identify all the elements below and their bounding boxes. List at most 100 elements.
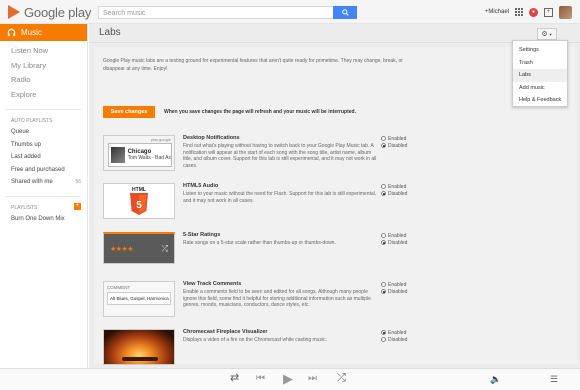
chevron-down-icon: ▼ <box>548 31 553 37</box>
sidebar-divider <box>6 109 81 110</box>
sidebar-item-thumbs-up[interactable]: Thumbs up <box>0 139 87 152</box>
lab-toggle: Enabled Disabled <box>381 135 421 149</box>
menu-item-trash[interactable]: Trash <box>513 57 567 70</box>
disabled-label: Disabled <box>388 142 408 149</box>
disabled-radio[interactable]: Disabled <box>381 336 421 343</box>
disabled-label: Disabled <box>388 190 408 197</box>
labs-intro-text: Google Play music labs are a testing gro… <box>103 58 403 72</box>
lab-description: Rate songs on a 5-star scale rather than… <box>183 240 336 246</box>
save-changes-note: When you save changes the page will refr… <box>164 109 356 115</box>
enabled-label: Enabled <box>388 183 407 190</box>
lab-toggle: Enabled Disabled <box>381 183 421 197</box>
sidebar-item-playlist[interactable]: Burn One Down Mix <box>0 213 87 226</box>
google-play-logo[interactable]: Google play <box>8 4 91 20</box>
lab-description: Displays a video of a fire on the Chrome… <box>183 337 327 343</box>
auto-playlists-label: AUTO PLAYLISTS <box>11 118 53 124</box>
lab-toggle: Enabled Disabled <box>381 232 421 246</box>
queue-icon[interactable]: ☰ <box>550 375 558 384</box>
lab-toggle: Enabled Disabled <box>381 329 421 343</box>
lab-item-5-star-ratings: ★★★★ ⤮ 5-Star Ratings Rate songs on a 5-… <box>103 232 407 272</box>
player-bar: ⇄ ⏮ ▶ ⏭ ⤮ 🔈 ☰ <box>0 368 580 390</box>
lab-title: Desktop Notifications <box>183 135 240 141</box>
avatar[interactable] <box>559 5 572 19</box>
sidebar-item-listen-now[interactable]: Listen Now <box>0 44 87 59</box>
playlist-label: Burn One Down Mix <box>11 215 65 222</box>
search-icon <box>341 9 349 16</box>
enabled-radio[interactable]: Enabled <box>381 281 421 288</box>
play-logo-icon <box>8 5 20 19</box>
html5-shield-icon: 5 <box>130 193 148 215</box>
fireplace-thumbnail <box>103 329 175 365</box>
headphones-icon <box>7 28 16 37</box>
add-playlist-button[interactable]: + <box>74 202 81 210</box>
comment-field: Alt Blues, Gospel, Harmonica <box>107 292 171 305</box>
disabled-radio[interactable]: Disabled <box>381 142 421 149</box>
sidebar-item-shared-with-me[interactable]: Shared with me 56 <box>0 176 87 189</box>
disabled-radio[interactable]: Disabled <box>381 239 421 246</box>
labs-panel: Google Play music labs are a testing gro… <box>94 47 577 365</box>
disabled-label: Disabled <box>388 239 408 246</box>
lab-toggle: Enabled Disabled <box>381 281 421 295</box>
repeat-icon[interactable]: ⇄ <box>230 373 239 384</box>
lab-title: HTML5 Audio <box>183 183 219 189</box>
disabled-label: Disabled <box>388 336 408 343</box>
disabled-label: Disabled <box>388 288 408 295</box>
auto-playlists-heading: AUTO PLAYLISTS <box>0 116 87 126</box>
gear-icon: ⚙ <box>541 31 548 38</box>
disabled-radio[interactable]: Disabled <box>381 190 421 197</box>
lab-item-view-track-comments: COMMENT Alt Blues, Gospel, Harmonica Vie… <box>103 281 407 321</box>
playlist-label: Thumbs up <box>11 141 42 148</box>
comment-label: COMMENT <box>107 285 131 290</box>
apps-grid-icon[interactable] <box>515 8 523 16</box>
shuffle-icon: ⤮ <box>161 243 168 253</box>
labs-header: Labs ⚙ ▼ <box>89 24 580 43</box>
album-cover-icon <box>111 147 125 163</box>
top-bar: Google play Search music +Michael ● + <box>0 0 580 24</box>
playlist-label: Shared with me <box>11 179 53 185</box>
share-plus-icon[interactable]: + <box>544 7 553 17</box>
main-content: Labs ⚙ ▼ Google Play music labs are a te… <box>89 24 580 368</box>
enabled-radio[interactable]: Enabled <box>381 135 421 142</box>
shuffle-icon[interactable]: ⤮ <box>337 373 346 384</box>
next-icon[interactable]: ⏭ <box>308 374 317 384</box>
enabled-radio[interactable]: Enabled <box>381 232 421 239</box>
enabled-label: Enabled <box>388 232 407 239</box>
search-input[interactable]: Search music <box>98 6 356 19</box>
search-button[interactable] <box>333 6 357 19</box>
save-changes-button[interactable]: Save changes <box>103 106 155 118</box>
lab-description: Find out what's playing without having t… <box>183 143 377 169</box>
sidebar-item-my-library[interactable]: My Library <box>0 59 87 74</box>
settings-dropdown-menu: Settings Trash Labs Add music Help & Fee… <box>512 40 568 107</box>
settings-menu-button[interactable]: ⚙ ▼ <box>537 28 557 40</box>
lab-title: Chromecast Fireplace Visualizer <box>183 329 268 335</box>
lab-description: Listen to your music without the need fo… <box>183 191 377 204</box>
volume-icon[interactable]: 🔈 <box>490 375 501 384</box>
logo-text: Google play <box>24 4 92 20</box>
playlist-label: Queue <box>11 129 30 135</box>
menu-item-labs[interactable]: Labs <box>513 69 567 82</box>
sidebar-divider <box>6 195 81 197</box>
playlist-label: Last added <box>11 154 41 160</box>
sidebar-item-last-added[interactable]: Last added <box>0 151 87 164</box>
sidebar-item-queue[interactable]: Queue <box>0 126 87 139</box>
user-name-link[interactable]: +Michael <box>485 9 509 15</box>
enabled-label: Enabled <box>388 281 407 288</box>
enabled-radio[interactable]: Enabled <box>381 329 421 336</box>
sidebar-item-explore[interactable]: Explore <box>0 88 87 103</box>
lab-item-desktop-notifications: play.google Chicago Tom Waits - Bad As D… <box>103 135 407 175</box>
play-icon[interactable]: ▶ <box>283 372 293 385</box>
sidebar-item-radio[interactable]: Radio <box>0 73 87 88</box>
disabled-radio[interactable]: Disabled <box>381 288 421 295</box>
sidebar-item-music[interactable]: Music <box>0 24 87 41</box>
sidebar-item-free-and-purchased[interactable]: Free and purchased <box>0 164 87 177</box>
previous-icon[interactable]: ⏮ <box>256 374 265 384</box>
notifications-icon[interactable]: ● <box>529 7 538 17</box>
menu-item-settings[interactable]: Settings <box>513 44 567 57</box>
enabled-label: Enabled <box>388 329 407 336</box>
html5-audio-thumbnail: HTML 5 <box>103 183 175 219</box>
menu-item-add-music[interactable]: Add music <box>513 82 567 95</box>
playlists-heading: PLAYLISTS + <box>0 202 87 213</box>
star-ratings-thumbnail: ★★★★ ⤮ <box>103 232 175 264</box>
menu-item-help-feedback[interactable]: Help & Feedback <box>513 94 567 107</box>
enabled-radio[interactable]: Enabled <box>381 183 421 190</box>
